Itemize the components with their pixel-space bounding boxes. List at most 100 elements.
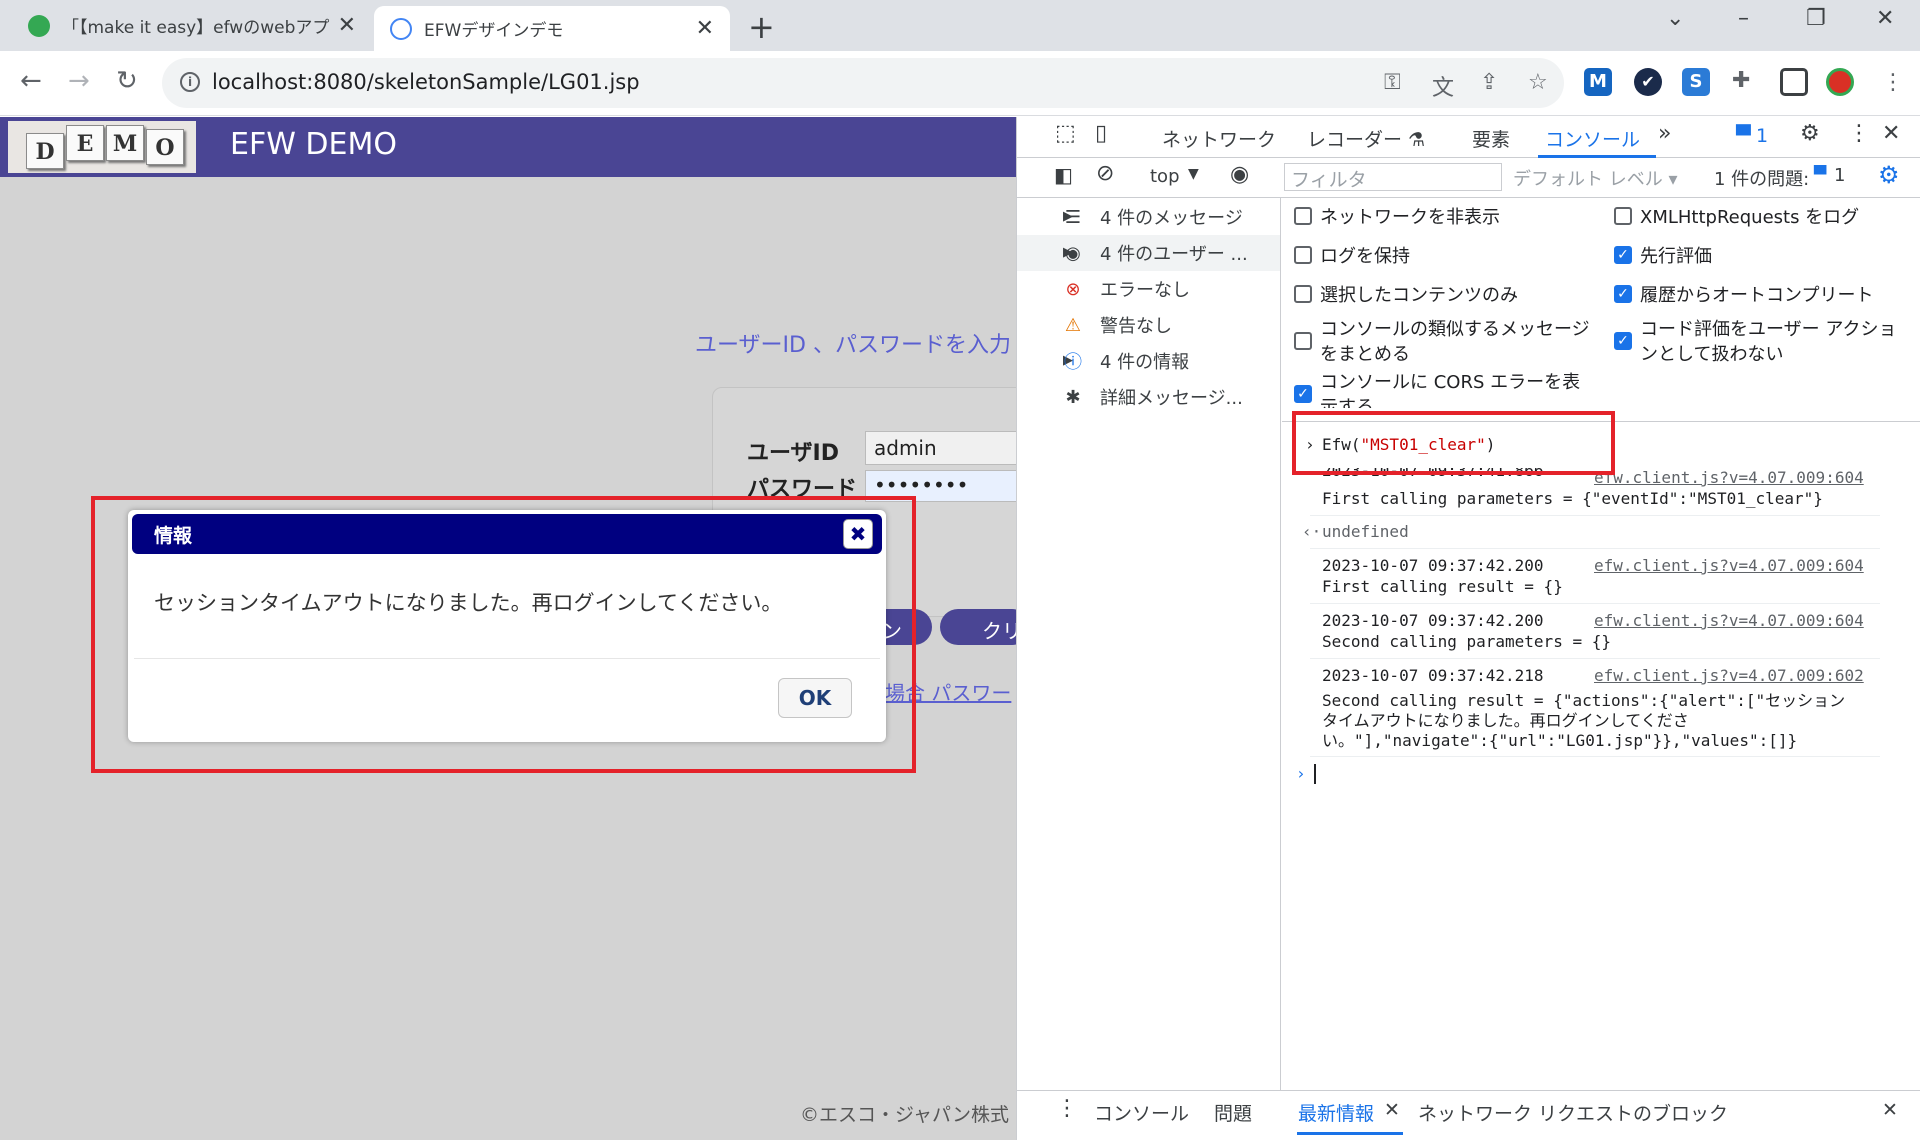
forward-button[interactable]: → bbox=[68, 66, 90, 96]
tab-elements[interactable]: 要素 bbox=[1472, 125, 1510, 152]
site-info-icon[interactable]: i bbox=[180, 72, 200, 92]
selected-context-checkbox[interactable] bbox=[1294, 285, 1312, 303]
autocomplete-history-checkbox[interactable]: ✓ bbox=[1614, 285, 1632, 303]
app-header: D E M O EFW DEMO bbox=[0, 117, 1016, 177]
close-icon[interactable]: ✕ bbox=[696, 16, 714, 41]
logo-letter: M bbox=[106, 125, 144, 161]
error-icon: ⊗ bbox=[1065, 278, 1081, 300]
checkbox-label: 先行評価 bbox=[1640, 246, 1712, 267]
group-similar-checkbox[interactable] bbox=[1294, 332, 1312, 350]
issues-icon[interactable]: ▀ bbox=[1814, 165, 1826, 184]
return-arrow-icon: ‹· bbox=[1302, 522, 1322, 541]
issues-count[interactable]: 1 bbox=[1834, 165, 1845, 186]
sidebar-item-user-messages[interactable]: ◉ 4 件のユーザー ... bbox=[1060, 235, 1248, 271]
filter-input[interactable]: フィルタ bbox=[1284, 163, 1502, 191]
copyright: ©エスコ・ジャパン株式 bbox=[800, 1104, 1010, 1126]
checkbox-label: ログを保持 bbox=[1320, 246, 1410, 267]
inspect-element-icon[interactable]: ⬚ bbox=[1055, 121, 1076, 146]
console-input-caret[interactable] bbox=[1314, 764, 1316, 784]
annotation-highlight-box bbox=[91, 496, 916, 773]
url-text[interactable]: localhost:8080/skeletonSample/LG01.jsp bbox=[212, 70, 640, 94]
eye-icon[interactable]: ◉ bbox=[1230, 162, 1249, 187]
log-source-link[interactable]: efw.client.js?v=4.07.009:604 bbox=[1594, 611, 1864, 630]
log-source-link[interactable]: efw.client.js?v=4.07.009:604 bbox=[1594, 468, 1864, 487]
checkbox-label: コンソールの類似するメッセージ bbox=[1320, 319, 1590, 340]
translate-icon[interactable]: 文 bbox=[1432, 70, 1454, 102]
sidebar-label: 詳細メッセージ... bbox=[1100, 388, 1243, 409]
restore-button[interactable]: ❐ bbox=[1806, 6, 1826, 31]
device-toolbar-icon[interactable]: ▯ bbox=[1095, 121, 1107, 146]
preserve-log-checkbox[interactable] bbox=[1294, 246, 1312, 264]
drawer-tab-network-blocking[interactable]: ネットワーク リクエストのブロック bbox=[1418, 1099, 1728, 1126]
checkbox-label: をまとめる bbox=[1320, 344, 1410, 365]
context-selector[interactable]: top bbox=[1150, 166, 1180, 187]
log-level-select[interactable]: デフォルト レベル ▾ bbox=[1513, 165, 1677, 191]
divider bbox=[1310, 548, 1880, 549]
tab-make-it-easy[interactable]: 「【make it easy】efwのwebアプリの ✕ bbox=[12, 0, 372, 51]
new-tab-button[interactable]: + bbox=[748, 8, 775, 46]
issues-label[interactable]: 1 件の問題: bbox=[1714, 165, 1809, 191]
close-window-button[interactable]: ✕ bbox=[1876, 6, 1894, 31]
extensions-puzzle-icon[interactable]: ✚ bbox=[1732, 68, 1750, 93]
extension-check-icon[interactable]: ✔ bbox=[1634, 68, 1662, 96]
bookmark-star-icon[interactable]: ☆ bbox=[1528, 70, 1548, 95]
tab-recorder[interactable]: レコーダー ⚗ bbox=[1307, 125, 1425, 152]
drawer-tab-console[interactable]: コンソール bbox=[1094, 1099, 1189, 1126]
key-icon[interactable]: ⚿ bbox=[1384, 70, 1401, 95]
app-title: EFW DEMO bbox=[230, 127, 397, 162]
log-source-link[interactable]: efw.client.js?v=4.07.009:602 bbox=[1594, 666, 1864, 685]
close-icon[interactable]: ✕ bbox=[1882, 121, 1900, 146]
bug-icon: ✱ bbox=[1065, 386, 1081, 408]
sidebar-item-errors[interactable]: ⊗ エラーなし bbox=[1060, 271, 1190, 307]
drawer-menu-icon[interactable]: ⋮ bbox=[1056, 1096, 1078, 1121]
user-icon: ◉ bbox=[1065, 242, 1081, 264]
tab-efw-demo[interactable]: EFWデザインデモ ✕ bbox=[374, 6, 730, 51]
clear-button[interactable]: クリ bbox=[940, 609, 1016, 645]
sidebar-label: エラーなし bbox=[1100, 280, 1190, 301]
back-button[interactable]: ← bbox=[20, 66, 42, 96]
close-icon[interactable]: ✕ bbox=[338, 13, 356, 38]
close-icon[interactable]: ✕ bbox=[1384, 1099, 1400, 1121]
sidebar-toggle-icon[interactable]: ◧ bbox=[1054, 163, 1073, 187]
user-activation-eval-checkbox[interactable]: ✓ bbox=[1614, 332, 1632, 350]
more-tabs-button[interactable]: » bbox=[1658, 121, 1671, 146]
globe-icon bbox=[390, 17, 412, 40]
clear-console-icon[interactable]: ⊘ bbox=[1096, 161, 1114, 186]
issues-badge-icon[interactable]: ▀ bbox=[1736, 125, 1751, 147]
eager-eval-checkbox[interactable]: ✓ bbox=[1614, 246, 1632, 264]
sidebar-label: 4 件のユーザー ... bbox=[1100, 244, 1248, 265]
sidebar-item-info[interactable]: ⓘ 4 件の情報 bbox=[1060, 343, 1189, 379]
minimize-button[interactable]: – bbox=[1738, 6, 1749, 31]
divider bbox=[1310, 658, 1880, 659]
log-source-link[interactable]: efw.client.js?v=4.07.009:604 bbox=[1594, 556, 1864, 575]
issues-badge-count[interactable]: 1 bbox=[1756, 125, 1768, 147]
reload-button[interactable]: ↻ bbox=[116, 66, 138, 96]
share-icon[interactable]: ⇪ bbox=[1480, 70, 1498, 95]
log-xhr-checkbox[interactable] bbox=[1614, 207, 1632, 225]
checkbox-label: ンとして扱わない bbox=[1640, 344, 1784, 365]
close-drawer-icon[interactable]: ✕ bbox=[1882, 1099, 1898, 1121]
checkbox-label: コンソールに CORS エラーを表 bbox=[1320, 372, 1581, 393]
cors-errors-checkbox[interactable]: ✓ bbox=[1294, 385, 1312, 403]
hide-network-checkbox[interactable] bbox=[1294, 207, 1312, 225]
extension-s-icon[interactable]: S bbox=[1682, 68, 1710, 96]
profile-avatar[interactable] bbox=[1826, 68, 1854, 96]
extension-m-icon[interactable]: M bbox=[1584, 68, 1612, 96]
sidebar-item-messages[interactable]: ☰ 4 件のメッセージ bbox=[1060, 199, 1243, 235]
annotation-highlight-box bbox=[1292, 411, 1615, 475]
tab-console[interactable]: コンソール bbox=[1545, 125, 1640, 152]
devtools-menu-icon[interactable]: ⋮ bbox=[1848, 121, 1870, 146]
side-panel-icon[interactable] bbox=[1780, 68, 1808, 96]
console-settings-gear-icon[interactable]: ⚙ bbox=[1878, 161, 1900, 189]
drawer-tab-whats-new[interactable]: 最新情報 bbox=[1298, 1099, 1374, 1126]
tab-search-button[interactable]: ⌄ bbox=[1666, 6, 1684, 31]
tab-network[interactable]: ネットワーク bbox=[1162, 125, 1276, 152]
gear-icon[interactable]: ⚙ bbox=[1800, 121, 1820, 146]
sidebar-item-verbose[interactable]: ✱ 詳細メッセージ... bbox=[1060, 379, 1243, 415]
sidebar-item-warnings[interactable]: ⚠ 警告なし bbox=[1060, 307, 1172, 343]
menu-kebab-icon[interactable]: ⋮ bbox=[1882, 70, 1904, 95]
user-id-input[interactable]: admin bbox=[865, 431, 1016, 465]
drawer-tab-issues[interactable]: 問題 bbox=[1214, 1099, 1252, 1126]
checkbox-label: 選択したコンテンツのみ bbox=[1320, 285, 1518, 306]
log-message-cont: い。"],"navigate":{"url":"LG01.jsp"}},"val… bbox=[1322, 731, 1798, 750]
